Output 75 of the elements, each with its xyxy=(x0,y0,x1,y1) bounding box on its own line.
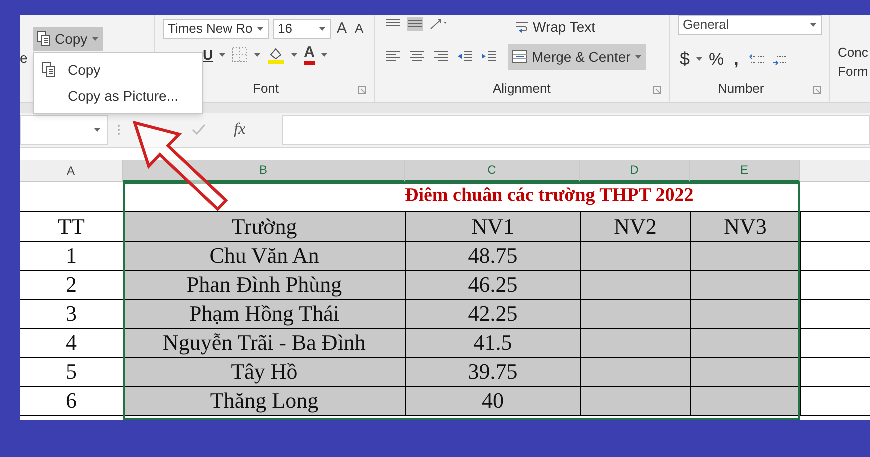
table-cell: NV3 xyxy=(690,212,800,241)
grow-font-button[interactable]: A xyxy=(335,18,350,40)
comma-button[interactable]: , xyxy=(730,46,743,72)
caret-icon[interactable] xyxy=(696,57,704,62)
group-label: Font xyxy=(253,80,280,98)
increase-decimal-icon[interactable] xyxy=(748,52,765,66)
column-header[interactable]: B xyxy=(123,160,405,182)
align-middle-icon[interactable] xyxy=(407,17,423,31)
table-cell: NV1 xyxy=(405,212,580,241)
merge-center-button[interactable]: Merge & Center xyxy=(508,44,646,70)
caret-icon[interactable] xyxy=(634,54,642,60)
sheet-title: Điêm chuân các trường THPT 2022 xyxy=(405,184,695,208)
column-header[interactable]: A xyxy=(20,160,123,182)
formula-input[interactable] xyxy=(282,115,870,145)
launcher-icon[interactable] xyxy=(653,86,661,94)
table-cell: Chu Văn An xyxy=(123,242,405,270)
wrap-text-button[interactable]: Wrap Text xyxy=(515,16,596,38)
menu-item[interactable]: Copy xyxy=(34,57,202,83)
table-cell: Tây Hồ xyxy=(123,358,405,386)
caret-icon[interactable] xyxy=(254,52,262,58)
copy-icon xyxy=(37,31,51,47)
merge-icon xyxy=(512,50,528,64)
shrink-font-button[interactable]: A xyxy=(353,19,366,39)
group-label: Alignment xyxy=(493,80,551,98)
number-format-field[interactable]: General xyxy=(678,15,822,35)
borders-icon[interactable] xyxy=(232,47,248,63)
table-cell: 41.5 xyxy=(405,329,580,357)
align-right-icon[interactable] xyxy=(433,49,449,63)
table-cell: Phạm Hồng Thái xyxy=(123,300,405,328)
wrap-text-icon xyxy=(515,20,529,34)
table-cell: 46.25 xyxy=(405,271,580,299)
table-cell: NV2 xyxy=(580,212,690,241)
align-left-icon[interactable] xyxy=(385,49,401,63)
insert-function-button[interactable]: fx xyxy=(234,118,246,142)
check-icon xyxy=(192,124,206,136)
table-cell: Thăng Long xyxy=(123,387,405,415)
caret-icon[interactable] xyxy=(94,128,101,132)
increase-indent-icon[interactable] xyxy=(481,49,497,63)
paste-label[interactable]: e xyxy=(20,48,28,69)
styles-label[interactable]: Form xyxy=(838,62,868,81)
group-label: Number xyxy=(718,80,764,98)
menu-item[interactable]: Copy as Picture... xyxy=(34,83,202,109)
launcher-icon[interactable] xyxy=(358,86,366,94)
caret-icon[interactable] xyxy=(319,26,326,32)
caret-icon[interactable] xyxy=(810,22,817,28)
copy-icon xyxy=(42,62,56,78)
font-color-button[interactable]: A xyxy=(304,45,315,65)
table-cell: 42.25 xyxy=(405,300,580,328)
styles-label[interactable]: Conc xyxy=(838,43,868,62)
orientation-icon[interactable] xyxy=(429,17,449,31)
table-cell: Nguyễn Trãi - Ba Đình xyxy=(123,329,405,357)
table-cell: 39.75 xyxy=(405,358,580,386)
align-center-icon[interactable] xyxy=(409,49,425,63)
column-header[interactable]: E xyxy=(690,160,800,182)
grip-icon xyxy=(116,123,122,137)
caret-icon[interactable] xyxy=(219,52,226,58)
underline-button[interactable]: U xyxy=(203,44,214,66)
font-size-field[interactable]: 16 xyxy=(273,19,331,39)
table-cell: 40 xyxy=(405,387,580,415)
decrease-indent-icon[interactable] xyxy=(457,49,473,63)
table-cell: Trường xyxy=(123,212,405,241)
fill-color-icon[interactable] xyxy=(267,46,286,64)
table-cell: 48.75 xyxy=(405,242,580,270)
font-name-field[interactable]: Times New Ro xyxy=(163,19,269,39)
caret-icon[interactable] xyxy=(257,26,264,32)
caret-icon[interactable] xyxy=(92,36,99,42)
column-header[interactable]: D xyxy=(580,160,690,182)
percent-button[interactable]: % xyxy=(709,46,724,72)
copy-button[interactable]: Copy xyxy=(33,27,103,51)
caret-icon[interactable] xyxy=(291,52,298,58)
currency-button[interactable]: $ xyxy=(680,46,690,73)
launcher-icon[interactable] xyxy=(813,86,821,94)
table-cell: Phan Đình Phùng xyxy=(123,271,405,299)
caret-icon[interactable] xyxy=(320,52,328,58)
column-header[interactable]: C xyxy=(405,160,580,182)
